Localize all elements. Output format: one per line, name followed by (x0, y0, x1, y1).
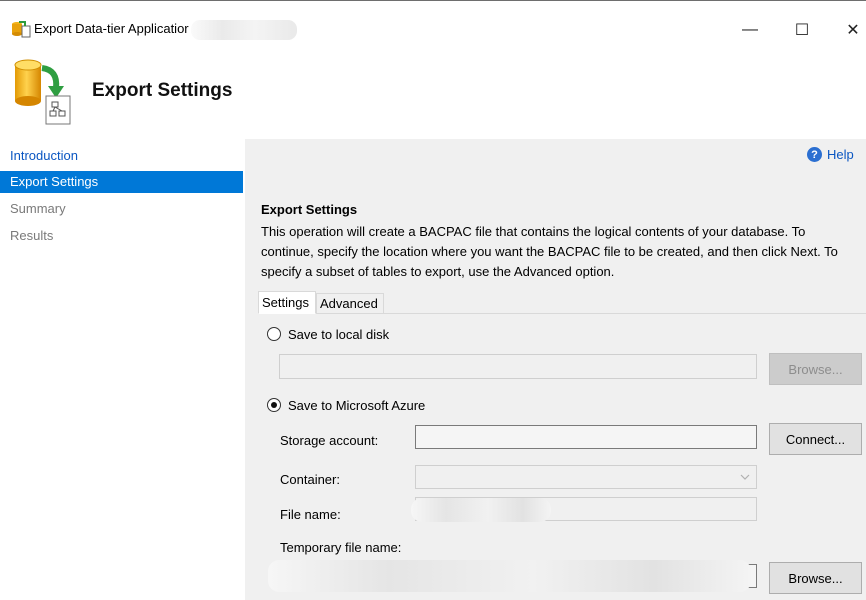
close-button[interactable]: ✕ (838, 18, 866, 42)
local-disk-label: Save to local disk (288, 327, 390, 342)
container-dropdown (415, 465, 757, 489)
tab-settings[interactable]: Settings (258, 291, 316, 314)
temp-browse-button[interactable]: Browse... (769, 562, 862, 594)
section-title: Export Settings (261, 202, 358, 217)
app-icon (12, 21, 31, 38)
local-disk-radio[interactable] (267, 327, 281, 341)
local-path-field (279, 354, 757, 379)
minimize-button[interactable]: — (735, 18, 765, 42)
container-label: Container: (280, 472, 340, 487)
local-browse-button: Browse... (769, 353, 862, 385)
azure-label: Save to Microsoft Azure (288, 398, 426, 413)
nav-item-results: Results (10, 228, 54, 243)
nav-item-introduction[interactable]: Introduction (0, 145, 243, 167)
azure-radio[interactable] (267, 398, 281, 412)
maximize-button[interactable]: ☐ (787, 18, 817, 42)
database-export-icon (14, 59, 71, 125)
nav-item-summary: Summary (10, 201, 66, 216)
file-name-label: File name: (280, 507, 341, 522)
connect-button[interactable]: Connect... (769, 423, 862, 455)
section-description: This operation will create a BACPAC file… (261, 224, 838, 279)
help-link[interactable]: ? Help (807, 147, 854, 162)
page-title: Export Settings (92, 80, 233, 101)
temp-file-name-label: Temporary file name: (280, 540, 402, 555)
wizard-nav: Introduction Export Settings Summary Res… (0, 139, 243, 600)
redacted-file-name (411, 498, 551, 522)
tab-advanced[interactable]: Advanced (316, 293, 384, 314)
help-label: Help (827, 147, 854, 162)
nav-item-export-settings[interactable]: Export Settings (0, 171, 243, 193)
window-title: Export Data-tier Applicatior (34, 21, 189, 36)
storage-account-label: Storage account: (280, 433, 379, 448)
redacted-database-name (191, 20, 297, 40)
help-icon: ? (807, 147, 822, 162)
storage-account-field[interactable] (415, 425, 757, 449)
chevron-down-icon (740, 474, 750, 480)
redacted-temp-file-name (268, 560, 751, 592)
